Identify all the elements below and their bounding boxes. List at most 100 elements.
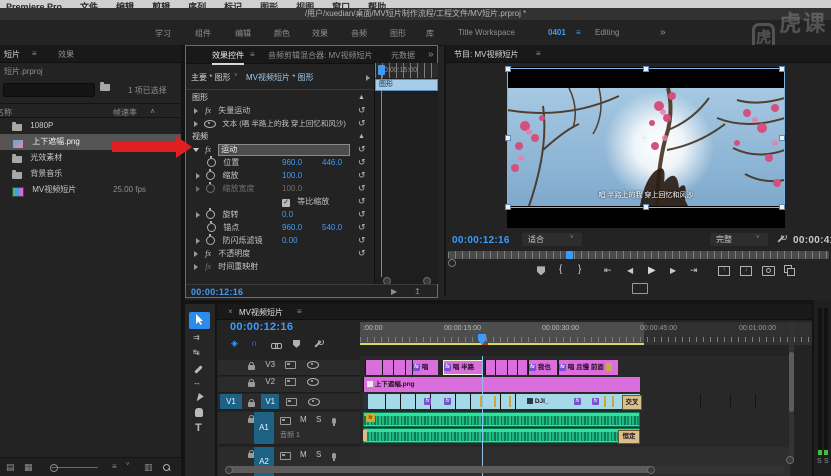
solo-left-button[interactable]: S bbox=[817, 458, 822, 465]
program-menu-icon[interactable]: ≡ bbox=[536, 49, 541, 58]
go-to-in-icon[interactable]: ⇤ bbox=[604, 265, 612, 276]
twirl-down-icon[interactable] bbox=[193, 148, 199, 152]
sequence-row[interactable]: MV视频短片 25.00 fps bbox=[0, 182, 181, 198]
track-eye-icon[interactable] bbox=[307, 378, 319, 386]
snap-icon[interactable]: ∩ bbox=[251, 338, 258, 348]
ec-row-opacity[interactable]: fx 不透明度 ↺ bbox=[188, 247, 372, 260]
transform-handle[interactable] bbox=[779, 66, 785, 72]
sort-direction-icon[interactable]: ∧ bbox=[150, 107, 155, 115]
program-scrubber[interactable] bbox=[448, 251, 829, 259]
mute-button[interactable]: M bbox=[300, 415, 307, 424]
ec-play-audio-icon[interactable]: ▶ bbox=[391, 287, 397, 296]
voiceover-mic-icon[interactable] bbox=[332, 416, 336, 425]
clip-segment[interactable] bbox=[382, 360, 393, 375]
ec-row-scale[interactable]: 缩放 100.0 ↺ bbox=[188, 169, 372, 182]
through-edit-mark[interactable] bbox=[494, 396, 496, 407]
pen-tool[interactable] bbox=[196, 393, 202, 402]
ec-playhead-line[interactable] bbox=[381, 75, 382, 277]
effects-panel-tab[interactable]: 效果 bbox=[58, 49, 74, 60]
sync-lock-icon[interactable] bbox=[285, 378, 296, 386]
clip-segment[interactable] bbox=[517, 360, 527, 375]
clip-segment[interactable] bbox=[363, 394, 368, 409]
timeline-menu-icon[interactable]: ≡ bbox=[297, 307, 302, 316]
settings-wrench-icon[interactable] bbox=[776, 234, 786, 244]
twirl-icon[interactable] bbox=[196, 238, 200, 244]
transform-handle[interactable] bbox=[505, 66, 511, 72]
checkbox-icon[interactable]: ✓ bbox=[282, 199, 290, 207]
workspace-tab-library[interactable]: 库 bbox=[426, 28, 434, 39]
linked-selection-icon[interactable] bbox=[271, 340, 281, 349]
razor-tool[interactable] bbox=[194, 365, 203, 374]
nest-insert-icon[interactable]: ◈ bbox=[231, 338, 238, 349]
ec-row-position[interactable]: 位置 960.0 446.0 ↺ bbox=[188, 156, 372, 169]
type-tool[interactable]: T bbox=[195, 422, 202, 434]
workspace-tab-title[interactable]: Title Workspace bbox=[458, 28, 515, 37]
timeline-hscrollbar[interactable] bbox=[225, 466, 785, 473]
ec-row-motion[interactable]: fx 运动 ↺ bbox=[188, 143, 372, 156]
transform-handle[interactable] bbox=[779, 204, 785, 210]
param-value[interactable]: 0.00 bbox=[282, 234, 298, 247]
clip-segment[interactable] bbox=[495, 360, 507, 375]
effect-controls-menu-icon[interactable]: ≡ bbox=[250, 50, 255, 59]
button-editor-icon[interactable] bbox=[784, 265, 794, 274]
timeline-tab-close-icon[interactable]: × bbox=[228, 307, 233, 316]
twirl-icon[interactable] bbox=[194, 251, 198, 257]
panel-overflow-icon[interactable]: » bbox=[428, 49, 434, 60]
lock-icon[interactable] bbox=[248, 382, 255, 387]
ec-export-icon[interactable]: ↥ bbox=[414, 287, 421, 296]
project-panel-tab[interactable]: 短片 bbox=[4, 49, 20, 60]
safe-margins-button[interactable] bbox=[632, 283, 648, 294]
through-edit-mark[interactable] bbox=[612, 396, 614, 407]
twirl-icon[interactable] bbox=[196, 186, 200, 192]
ec-row-time-remap[interactable]: fx 时间重映射 bbox=[188, 260, 372, 273]
graphic-clip-selected[interactable]: fx 唱 半路 bbox=[443, 360, 483, 375]
audio-clip-bottom[interactable] bbox=[363, 428, 640, 443]
program-video-frame[interactable]: 唱 半路上的我 穿上回忆和风沙 + bbox=[507, 67, 785, 228]
track-header-v2[interactable]: V2 bbox=[218, 377, 360, 393]
ec-row-anchor[interactable]: 锚点 960.0 540.0 ↺ bbox=[188, 221, 372, 234]
stopwatch-icon[interactable] bbox=[206, 171, 215, 180]
timeline-ruler[interactable]: :00:00 00:00:15:00 00:00:30:00 00:00:45:… bbox=[360, 322, 831, 345]
slip-tool[interactable]: ↔ bbox=[193, 378, 201, 387]
twirl-icon[interactable] bbox=[194, 264, 198, 270]
transform-handle[interactable] bbox=[779, 135, 785, 141]
matte-clip[interactable]: 上下遮幅.png bbox=[363, 377, 640, 392]
ec-row-text[interactable]: 文本 (唱 半路上的我 穿上回忆和风沙) ↺ bbox=[188, 117, 372, 130]
workspace-0401-menu-icon[interactable]: ≡ bbox=[576, 28, 581, 37]
twirl-icon[interactable] bbox=[194, 121, 198, 127]
workspace-tab-editing[interactable]: Editing bbox=[595, 28, 619, 37]
sync-lock-icon[interactable] bbox=[286, 398, 297, 406]
workspace-tab-graphics[interactable]: 图形 bbox=[390, 28, 406, 39]
vscroll-thumb[interactable] bbox=[789, 352, 794, 412]
mark-in-icon[interactable]: { bbox=[559, 264, 562, 275]
sync-lock-icon[interactable] bbox=[285, 361, 296, 369]
lift-icon[interactable]: ↑ bbox=[718, 266, 730, 276]
hscroll-thumb[interactable] bbox=[228, 466, 653, 473]
source-patch-v1[interactable]: V1 bbox=[220, 394, 242, 409]
track-header-v1[interactable]: V1 V1 bbox=[218, 394, 360, 410]
collapse-icon[interactable]: ▲ bbox=[358, 130, 365, 143]
reset-icon[interactable]: ↺ bbox=[358, 208, 366, 221]
anchor-crosshair[interactable]: + bbox=[642, 133, 647, 142]
ec-playhead-head[interactable] bbox=[378, 65, 385, 75]
ec-mini-clip[interactable]: 图形 bbox=[375, 79, 438, 91]
column-name[interactable]: 名称 bbox=[0, 107, 12, 118]
step-back-icon[interactable]: ◀ bbox=[627, 266, 633, 275]
program-playhead[interactable] bbox=[566, 251, 573, 259]
step-forward-icon[interactable]: ▶ bbox=[670, 266, 676, 275]
program-monitor-tab[interactable]: 节目: MV视频短片 bbox=[454, 49, 518, 60]
param-value[interactable]: 540.0 bbox=[322, 221, 342, 234]
track-label[interactable]: V3 bbox=[265, 360, 275, 369]
ec-row-rotation[interactable]: 旋转 0.0 ↺ bbox=[188, 208, 372, 221]
program-current-timecode[interactable]: 00:00:12:16 bbox=[452, 235, 510, 246]
ec-section-graphics[interactable]: 图形 ▲ bbox=[188, 91, 372, 104]
through-edit-mark[interactable] bbox=[604, 396, 606, 407]
reset-icon[interactable]: ↺ bbox=[358, 247, 366, 260]
vscroll-end[interactable] bbox=[786, 456, 794, 464]
selection-tool[interactable] bbox=[189, 312, 210, 329]
master-clip-label[interactable]: 主要 * 图形 bbox=[191, 72, 231, 83]
reset-icon[interactable]: ↺ bbox=[358, 169, 366, 182]
graphic-clip[interactable]: fx 唱 且慢 前面 bbox=[558, 360, 618, 375]
stopwatch-icon[interactable] bbox=[206, 236, 215, 245]
track-select-forward-tool[interactable]: ⇉ bbox=[193, 333, 200, 342]
